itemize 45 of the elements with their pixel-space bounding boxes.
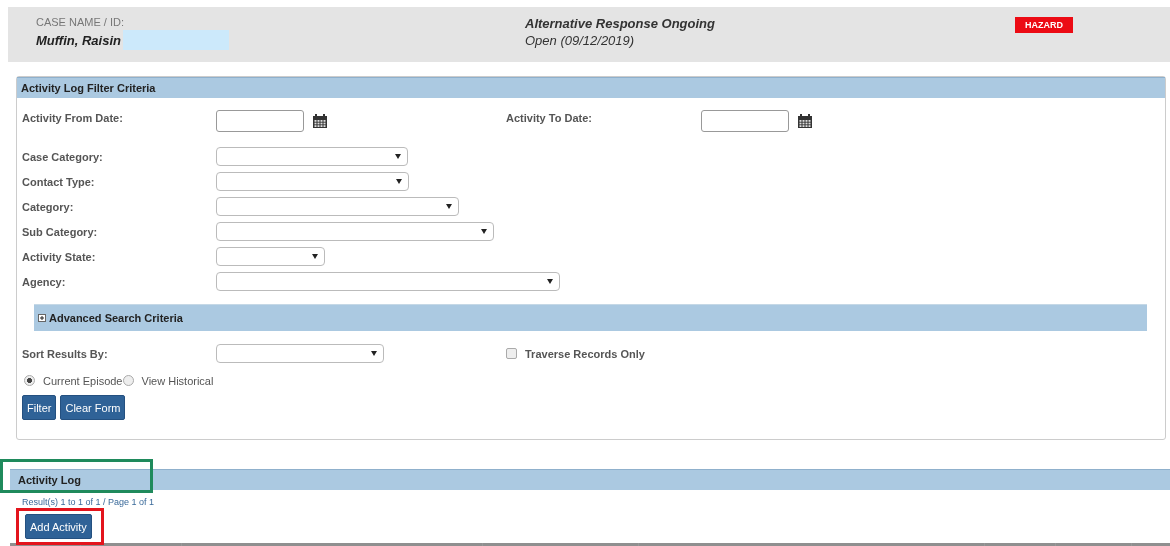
radio-button[interactable] — [24, 375, 35, 386]
results-summary: Result(s) 1 to 1 of 1 / Page 1 of 1 — [22, 497, 156, 507]
field-label: Agency: — [22, 275, 67, 288]
section-title-bar: Activity Log — [10, 469, 1170, 490]
filter-button[interactable]: Filter — [22, 395, 57, 420]
caret-icon — [395, 154, 401, 159]
caret-icon — [396, 179, 402, 184]
field-label: Activity From Date: — [22, 111, 124, 124]
advanced-search-bar[interactable]: Advanced Search Criteria — [34, 304, 1147, 331]
case-name: Muffin, Raisin — [36, 32, 121, 48]
case-label: CASE NAME / ID: — [36, 16, 126, 28]
caret-icon — [446, 204, 452, 209]
select-field[interactable] — [216, 222, 494, 241]
caret-icon — [371, 351, 377, 356]
caret-icon — [481, 229, 487, 234]
caret-icon — [547, 279, 553, 284]
field-label: Category: — [22, 200, 75, 213]
hazard-badge: HAZARD — [1015, 17, 1073, 33]
checkbox[interactable] — [506, 348, 517, 359]
case-status: Open (09/12/2019) — [525, 33, 636, 48]
date-field[interactable] — [701, 110, 789, 132]
field-label: Sort Results By: — [22, 347, 109, 360]
field-label: Contact Type: — [22, 175, 96, 188]
caret-icon — [312, 254, 318, 259]
field-label: Case Category: — [22, 150, 104, 163]
field-label: Sub Category: — [22, 225, 99, 238]
checkbox-label: Traverse Records Only — [525, 347, 645, 360]
radio-label: View Historical — [141, 374, 214, 387]
radio-button[interactable] — [122, 375, 134, 386]
radio-label: Current Episode — [43, 374, 123, 387]
calendar-icon[interactable] — [797, 113, 813, 129]
field-label: Activity State: — [22, 250, 97, 263]
select-field[interactable] — [216, 197, 459, 216]
select-field[interactable] — [216, 172, 409, 191]
select-field[interactable] — [216, 272, 560, 291]
panel-title: Activity Log Filter Criteria — [17, 77, 1165, 98]
clear-form-button[interactable]: Clear Form — [60, 395, 126, 420]
select-field[interactable] — [216, 344, 384, 363]
calendar-icon[interactable] — [312, 113, 328, 129]
select-field[interactable] — [216, 147, 408, 166]
case-program: Alternative Response Ongoing — [525, 16, 716, 31]
date-field[interactable] — [216, 110, 304, 132]
add-activity-button[interactable]: Add Activity — [25, 514, 92, 539]
select-field[interactable] — [216, 247, 325, 266]
field-label: Activity To Date: — [506, 111, 593, 124]
